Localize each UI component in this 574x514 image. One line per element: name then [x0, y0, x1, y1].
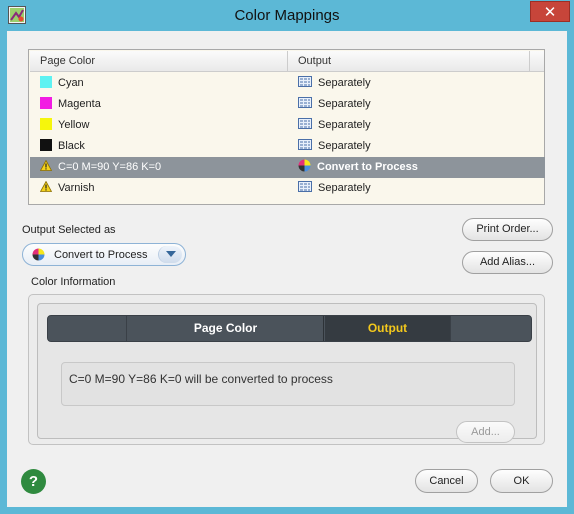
separately-icon — [298, 97, 312, 108]
page-color-name: Yellow — [58, 119, 90, 131]
view-switcher: Page Color Output — [47, 315, 532, 342]
info-message-box: C=0 M=90 Y=86 K=0 will be converted to p… — [61, 362, 515, 406]
page-color-name: Black — [58, 140, 85, 152]
header-filler — [529, 51, 544, 72]
add-button[interactable]: Add... — [456, 421, 515, 443]
table-row[interactable]: Magenta Separately — [30, 94, 545, 115]
warning-icon — [40, 181, 52, 192]
warning-icon — [40, 160, 52, 171]
dialog-body: Page Color Output Cyan Separately Magent… — [7, 31, 567, 507]
print-order-button[interactable]: Print Order... — [462, 218, 553, 241]
separately-icon — [298, 139, 312, 150]
page-color-name: Varnish — [58, 182, 95, 194]
column-header-page-color[interactable]: Page Color — [30, 51, 288, 72]
table-row[interactable]: Yellow Separately — [30, 115, 545, 136]
table-row[interactable]: Black Separately — [30, 136, 545, 157]
color-swatch — [40, 139, 52, 151]
page-color-name: Magenta — [58, 98, 101, 110]
color-information-group: Page Color Output C=0 M=90 Y=86 K=0 will… — [28, 294, 545, 445]
title-bar[interactable]: Color Mappings ✕ — [0, 0, 574, 31]
tab-output[interactable]: Output — [325, 316, 451, 341]
separately-icon — [298, 118, 312, 129]
separately-icon — [298, 181, 312, 192]
help-icon[interactable]: ? — [21, 469, 46, 494]
ok-button[interactable]: OK — [490, 469, 553, 493]
output-value: Separately — [318, 140, 371, 152]
segment-blank — [48, 316, 127, 341]
tab-page-color[interactable]: Page Color — [128, 316, 324, 341]
chevron-down-icon[interactable] — [158, 246, 182, 263]
page-color-name: C=0 M=90 Y=86 K=0 — [58, 161, 162, 173]
output-value: Separately — [318, 98, 371, 110]
color-swatch — [40, 97, 52, 109]
cancel-button[interactable]: Cancel — [415, 469, 478, 493]
info-message: C=0 M=90 Y=86 K=0 will be converted to p… — [69, 372, 333, 386]
output-selected-dropdown[interactable]: Convert to Process — [22, 243, 186, 266]
output-value: Separately — [318, 182, 371, 194]
output-value: Separately — [318, 77, 371, 89]
color-swatch — [40, 118, 52, 130]
color-information-panel: Page Color Output C=0 M=90 Y=86 K=0 will… — [37, 303, 537, 443]
output-value: Convert to Process — [317, 161, 418, 173]
add-alias-button[interactable]: Add Alias... — [462, 251, 553, 274]
table-row-selected[interactable]: C=0 M=90 Y=86 K=0 Convert to Process — [30, 157, 545, 178]
output-value: Separately — [318, 119, 371, 131]
color-information-label: Color Information — [31, 276, 116, 288]
close-button[interactable]: ✕ — [530, 1, 570, 22]
table-row[interactable]: Cyan Separately — [30, 73, 545, 94]
color-swatch — [40, 76, 52, 88]
convert-to-process-icon — [32, 248, 45, 261]
color-mapping-table: Page Color Output Cyan Separately Magent… — [28, 49, 545, 205]
output-selected-label: Output Selected as — [22, 224, 116, 236]
convert-to-process-icon — [298, 159, 311, 172]
page-color-name: Cyan — [58, 77, 84, 89]
column-header-output[interactable]: Output — [288, 51, 544, 72]
close-icon: ✕ — [543, 4, 557, 21]
table-row[interactable]: Varnish Separately — [30, 178, 545, 199]
dialog-title: Color Mappings — [234, 7, 340, 24]
dropdown-value: Convert to Process — [54, 249, 148, 261]
separately-icon — [298, 76, 312, 87]
dialog-window: Color Mappings ✕ Page Color Output Cyan … — [0, 0, 574, 514]
